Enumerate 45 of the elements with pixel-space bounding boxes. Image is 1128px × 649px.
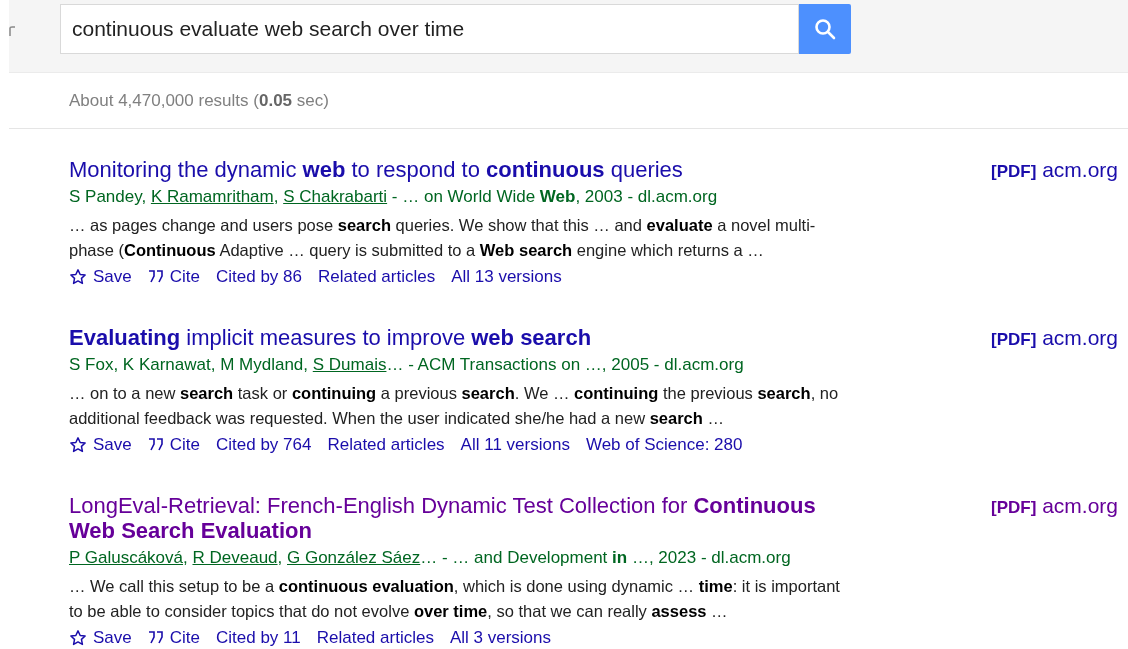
result-snippet: … We call this setup to be a continuous evaluation, which is done using dynamic … time: it is important to be able to consider topics that do not evolve over time, so that we can really assess …	[69, 576, 841, 622]
save-link[interactable]: Save	[69, 431, 132, 459]
author-link[interactable]: R Deveaud	[192, 548, 278, 567]
author-link[interactable]: K Ramamritham	[150, 187, 274, 206]
result-link[interactable]: Related articles	[327, 431, 445, 459]
author-line: S Pandey, K Ramamritham, S Chakrabarti - … on World Wide Web, 2003 - dl.acm.org	[69, 186, 719, 208]
result-link[interactable]: Related articles	[318, 263, 436, 291]
result-link[interactable]: Cited by 86	[216, 263, 302, 291]
pdf-link[interactable]: [PDF] acm.org	[990, 325, 1118, 459]
star-icon	[69, 436, 87, 454]
star-icon	[69, 268, 87, 286]
author-link[interactable]: S Chakrabarti	[283, 187, 388, 206]
star-icon	[69, 629, 87, 647]
result-snippet: … as pages change and users pose search queries. We show that this … and evaluate a novel multi-phase (Continuous Adaptive … query is submitted to a Web search engine which returns a …	[69, 215, 817, 261]
pdf-link[interactable]: [PDF] acm.org	[990, 493, 1118, 649]
result-snippet: … on to a new search task or continuing a previous search. We … continuing the previous search, no additional feedback was requested. When the user indicated she/he had a new search …	[69, 383, 840, 429]
result-link[interactable]: All 3 versions	[449, 624, 551, 649]
author-link[interactable]: G González Sáez	[287, 548, 421, 567]
quote-icon	[147, 438, 164, 452]
result-link[interactable]: Cited by 11	[216, 624, 301, 649]
author-line: P Galuscáková, R Deveaud, G González Sáez… - … and Development in …, 2023 - dl.acm.org	[69, 547, 792, 569]
save-link[interactable]: Save	[69, 263, 132, 291]
result-title[interactable]: Monitoring the dynamic web to respond to continuous queries	[69, 157, 859, 182]
cite-link[interactable]: Cite	[147, 263, 200, 291]
cut-off-icon	[9, 26, 15, 36]
author-link[interactable]: S Dumais	[312, 355, 387, 374]
save-link[interactable]: Save	[69, 624, 132, 649]
cite-link[interactable]: Cite	[147, 431, 200, 459]
result-link[interactable]: All 13 versions	[451, 263, 562, 291]
result-title[interactable]: LongEval-Retrieval: French-English Dynamic Test Collection for Continuous Web Search Evaluation	[69, 493, 859, 543]
result-link[interactable]: Cited by 764	[216, 431, 312, 459]
result-title[interactable]: Evaluating implicit measures to improve web search	[69, 325, 859, 350]
result-stats: About 4,470,000 results (0.05 sec)	[69, 89, 329, 112]
result-link[interactable]: Web of Science: 280	[585, 431, 743, 459]
search-field[interactable]: continuous evaluate web search over time	[60, 3, 799, 54]
result-link[interactable]: All 11 versions	[460, 431, 570, 459]
quote-icon	[147, 631, 164, 645]
result-link[interactable]: Related articles	[316, 624, 434, 649]
pdf-link[interactable]: [PDF] acm.org	[990, 157, 1118, 291]
search-icon	[813, 16, 837, 41]
search-button[interactable]	[799, 3, 851, 54]
cite-link[interactable]: Cite	[147, 624, 200, 649]
author-line: S Fox, K Karnawat, M Mydland, S Dumais… - ACM Transactions on …, 2005 - dl.acm.org	[69, 354, 745, 376]
author-link[interactable]: P Galuscáková	[69, 548, 184, 567]
quote-icon	[147, 270, 164, 284]
